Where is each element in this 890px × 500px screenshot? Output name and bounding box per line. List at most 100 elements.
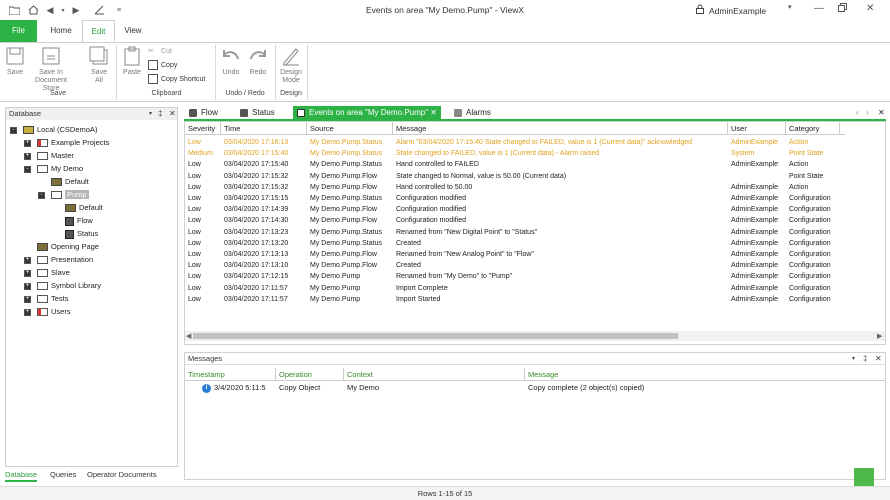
expand-icon[interactable]: + [24, 282, 31, 290]
restore-icon[interactable] [838, 3, 847, 15]
table-row[interactable]: Low 03/04/2020 17:15:32 My Demo.Pump.Flow S… [185, 171, 845, 182]
horizontal-scrollbar[interactable]: ◀ ▶ [185, 331, 885, 341]
pin-icon[interactable]: ‡ [158, 108, 162, 120]
column-header[interactable]: Severity [185, 122, 221, 135]
close-icon[interactable]: ✕ [430, 108, 437, 117]
column-header[interactable]: Time [221, 122, 307, 135]
doc-tab-label: Alarms [466, 108, 491, 117]
tab-view[interactable]: View [118, 20, 148, 42]
close-icon[interactable]: ✕ [878, 106, 885, 119]
table-row[interactable]: Low 03/04/2020 17:14:30 My Demo.Pump.Flow C… [185, 215, 845, 226]
collapse-icon[interactable]: - [10, 126, 17, 134]
table-cell: AdminExample [731, 217, 779, 225]
message-row[interactable]: i 3/4/2020 5:11:5 Copy Object My Demo Cop… [185, 382, 885, 394]
table-row[interactable]: Low 03/04/2020 17:11:57 My Demo.Pump Import… [185, 294, 845, 305]
table-row[interactable]: Low 03/04/2020 17:13:23 My Demo.Pump.Statu… [185, 227, 845, 238]
doc-tab-events[interactable]: Events on area "My Demo.Pump" ✕ [293, 106, 441, 119]
table-row[interactable]: Low 03/04/2020 17:15:15 My Demo.Pump.Statu… [185, 193, 845, 204]
design-mode-button[interactable]: Design Mode [278, 45, 304, 85]
scrollbar-thumb[interactable] [193, 333, 678, 339]
expand-icon[interactable]: + [24, 139, 31, 147]
tree-item[interactable]: Default [38, 176, 89, 188]
table-row[interactable]: Low 03/04/2020 17:13:10 My Demo.Pump.Flow C… [185, 260, 845, 271]
user-indicator[interactable]: AdminExample [696, 4, 766, 16]
minimize-icon[interactable]: — [814, 3, 824, 14]
save-button[interactable]: Save [4, 45, 26, 77]
table-row[interactable]: Low 03/04/2020 17:14:39 My Demo.Pump.Flow C… [185, 204, 845, 215]
dropdown-icon[interactable]: ▾ [852, 353, 855, 365]
scroll-right-icon[interactable]: › [866, 106, 869, 119]
tree-item[interactable]: + Users [24, 306, 71, 318]
table-row[interactable]: Low 03/04/2020 17:15:32 My Demo.Pump.Flow H… [185, 182, 845, 193]
table-row[interactable]: Low 03/04/2020 17:13:20 My Demo.Pump.Statu… [185, 238, 845, 249]
table-row[interactable]: Low 03/04/2020 17:11:57 My Demo.Pump Import… [185, 283, 845, 294]
tree-item[interactable]: Status [52, 228, 98, 240]
title-bar: ◀ ▾ ▶ ≡ Events on area "My Demo.Pump" - … [0, 0, 890, 20]
close-icon[interactable]: ✕ [875, 353, 882, 365]
tree-item[interactable]: + Presentation [24, 254, 93, 266]
tree-item[interactable]: Flow [52, 215, 93, 227]
column-header[interactable]: Message [525, 368, 885, 381]
close-icon[interactable]: ✕ [866, 3, 874, 14]
expand-icon[interactable]: + [24, 269, 31, 277]
scroll-right-icon[interactable]: ▶ [877, 332, 882, 340]
table-row[interactable]: Low 03/04/2020 17:13:13 My Demo.Pump.Flow R… [185, 249, 845, 260]
collapse-icon[interactable]: - [38, 191, 45, 199]
mimic-icon [37, 243, 48, 252]
redo-button[interactable]: Redo [246, 45, 270, 77]
table-row[interactable]: Low 03/04/2020 17:12:15 My Demo.Pump Rename… [185, 271, 845, 282]
column-header[interactable]: User [728, 122, 786, 135]
paste-button[interactable]: Paste [120, 45, 144, 77]
tree-item-label: Default [79, 203, 103, 212]
doc-tab-status[interactable]: Status [240, 106, 275, 119]
expand-icon[interactable]: + [24, 308, 31, 316]
save-all-button[interactable]: Save All [87, 45, 111, 85]
column-header[interactable]: Operation [276, 368, 344, 381]
tree-item[interactable]: Default [52, 202, 103, 214]
tab-database[interactable]: Database [5, 468, 38, 482]
copy-shortcut-button[interactable]: Copy Shortcut [148, 74, 205, 86]
scroll-left-icon[interactable]: ◀ [186, 332, 191, 340]
tree-item[interactable]: + Symbol Library [24, 280, 101, 292]
table-row[interactable]: Low 03/04/2020 17:15:40 My Demo.Pump.Statu… [185, 159, 845, 170]
tab-edit[interactable]: Edit [82, 20, 115, 43]
copy-button[interactable]: Copy [148, 60, 177, 72]
tree-item[interactable]: + Tests [24, 293, 69, 305]
tree-item[interactable]: - Pump [38, 189, 89, 201]
undo-button[interactable]: Undo [219, 45, 243, 77]
tree-item-label: Default [65, 177, 89, 186]
close-icon[interactable]: ✕ [169, 108, 176, 120]
tab-queries[interactable]: Queries [50, 468, 76, 482]
table-cell: My Demo.Pump [310, 284, 361, 292]
table-cell: Import Complete [396, 284, 448, 292]
redo-icon [250, 50, 266, 60]
expand-icon[interactable]: + [24, 152, 31, 160]
doc-tab-alarms[interactable]: Alarms [454, 106, 491, 119]
scroll-left-icon[interactable]: ‹ [856, 106, 859, 119]
column-header[interactable]: Source [307, 122, 393, 135]
table-row[interactable]: Medium 03/04/2020 17:15:40 My Demo.Pump.St… [185, 148, 845, 159]
expand-icon[interactable]: + [24, 256, 31, 264]
tree-item[interactable]: Opening Page [24, 241, 99, 253]
cut-button[interactable]: ✂ Cut [148, 46, 172, 58]
tab-home[interactable]: Home [42, 20, 80, 42]
tree-item[interactable]: + Master [24, 150, 74, 162]
pin-icon[interactable]: ‡ [863, 353, 867, 365]
tree-item[interactable]: - Local (CSDemoA) [10, 124, 97, 136]
tree-item[interactable]: + Slave [24, 267, 70, 279]
column-header[interactable]: Message [393, 122, 728, 135]
column-header[interactable]: Context [344, 368, 525, 381]
save-in-doc-store-button[interactable]: Save In Document Store [28, 45, 74, 93]
expand-icon[interactable]: + [24, 295, 31, 303]
dropdown-icon[interactable]: ▾ [149, 108, 152, 120]
tree-item[interactable]: - My Demo [24, 163, 83, 175]
column-header[interactable]: Timestamp [185, 368, 276, 381]
tree-item[interactable]: + Example Projects [24, 137, 109, 149]
doc-tab-flow[interactable]: Flow [189, 106, 218, 119]
tab-file[interactable]: File [0, 20, 37, 42]
column-header[interactable]: Category [786, 122, 840, 135]
collapse-icon[interactable]: - [24, 165, 31, 173]
table-row[interactable]: Low 03/04/2020 17:16:13 My Demo.Pump.Statu… [185, 137, 845, 148]
tab-operator-documents[interactable]: Operator Documents [87, 468, 157, 482]
dropdown-icon[interactable]: ▾ [788, 3, 792, 11]
